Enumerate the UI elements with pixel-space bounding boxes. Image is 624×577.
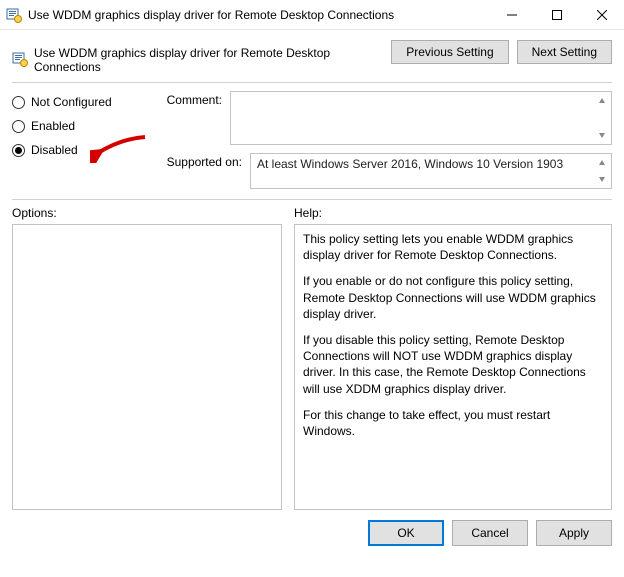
close-button[interactable]	[579, 0, 624, 30]
window-controls	[489, 0, 624, 30]
next-setting-button[interactable]: Next Setting	[517, 40, 612, 64]
header-row: Use WDDM graphics display driver for Rem…	[0, 30, 624, 80]
help-text: For this change to take effect, you must…	[303, 407, 603, 439]
apply-button[interactable]: Apply	[536, 520, 612, 546]
radio-label: Enabled	[31, 119, 75, 133]
supported-label: Supported on:	[152, 153, 242, 169]
footer: OK Cancel Apply	[0, 510, 624, 556]
ok-button[interactable]: OK	[368, 520, 444, 546]
radio-icon	[12, 96, 25, 109]
config-area: Not Configured Enabled Disabled Comme	[0, 91, 624, 197]
help-text: If you enable or do not configure this p…	[303, 273, 603, 322]
radio-not-configured[interactable]: Not Configured	[12, 95, 142, 109]
help-panel: This policy setting lets you enable WDDM…	[294, 224, 612, 510]
policy-icon	[6, 7, 22, 23]
help-label: Help:	[294, 206, 322, 220]
window-title: Use WDDM graphics display driver for Rem…	[28, 8, 489, 22]
options-label: Options:	[12, 206, 282, 220]
radio-label: Disabled	[31, 143, 78, 157]
cancel-button[interactable]: Cancel	[452, 520, 528, 546]
supported-row: Supported on: At least Windows Server 20…	[152, 153, 612, 189]
options-panel	[12, 224, 282, 510]
nav-buttons: Previous Setting Next Setting	[391, 40, 612, 64]
scroll-up-icon[interactable]	[594, 155, 610, 171]
radio-group: Not Configured Enabled Disabled	[12, 91, 142, 189]
titlebar: Use WDDM graphics display driver for Rem…	[0, 0, 624, 30]
radio-icon	[12, 144, 25, 157]
supported-on-text: At least Windows Server 2016, Windows 10…	[257, 157, 563, 171]
comment-row: Comment:	[152, 91, 612, 145]
scroll-down-icon[interactable]	[594, 127, 610, 143]
radio-label: Not Configured	[31, 95, 112, 109]
policy-title-text: Use WDDM graphics display driver for Rem…	[34, 46, 381, 74]
comment-label: Comment:	[152, 91, 222, 107]
fields-column: Comment: Supported on: At least Windows …	[152, 91, 612, 189]
supported-on-box: At least Windows Server 2016, Windows 10…	[250, 153, 612, 189]
comment-input[interactable]	[230, 91, 612, 145]
policy-title-row: Use WDDM graphics display driver for Rem…	[12, 40, 381, 74]
minimize-button[interactable]	[489, 0, 534, 30]
help-text: If you disable this policy setting, Remo…	[303, 332, 603, 397]
radio-icon	[12, 120, 25, 133]
help-text: This policy setting lets you enable WDDM…	[303, 231, 603, 263]
maximize-button[interactable]	[534, 0, 579, 30]
policy-icon	[12, 51, 28, 70]
divider	[12, 82, 612, 83]
panels: This policy setting lets you enable WDDM…	[0, 220, 624, 510]
divider	[12, 199, 612, 200]
scroll-down-icon[interactable]	[594, 171, 610, 187]
panel-labels: Options: Help:	[0, 206, 624, 220]
previous-setting-button[interactable]: Previous Setting	[391, 40, 508, 64]
radio-enabled[interactable]: Enabled	[12, 119, 142, 133]
scroll-up-icon[interactable]	[594, 93, 610, 109]
radio-disabled[interactable]: Disabled	[12, 143, 142, 157]
